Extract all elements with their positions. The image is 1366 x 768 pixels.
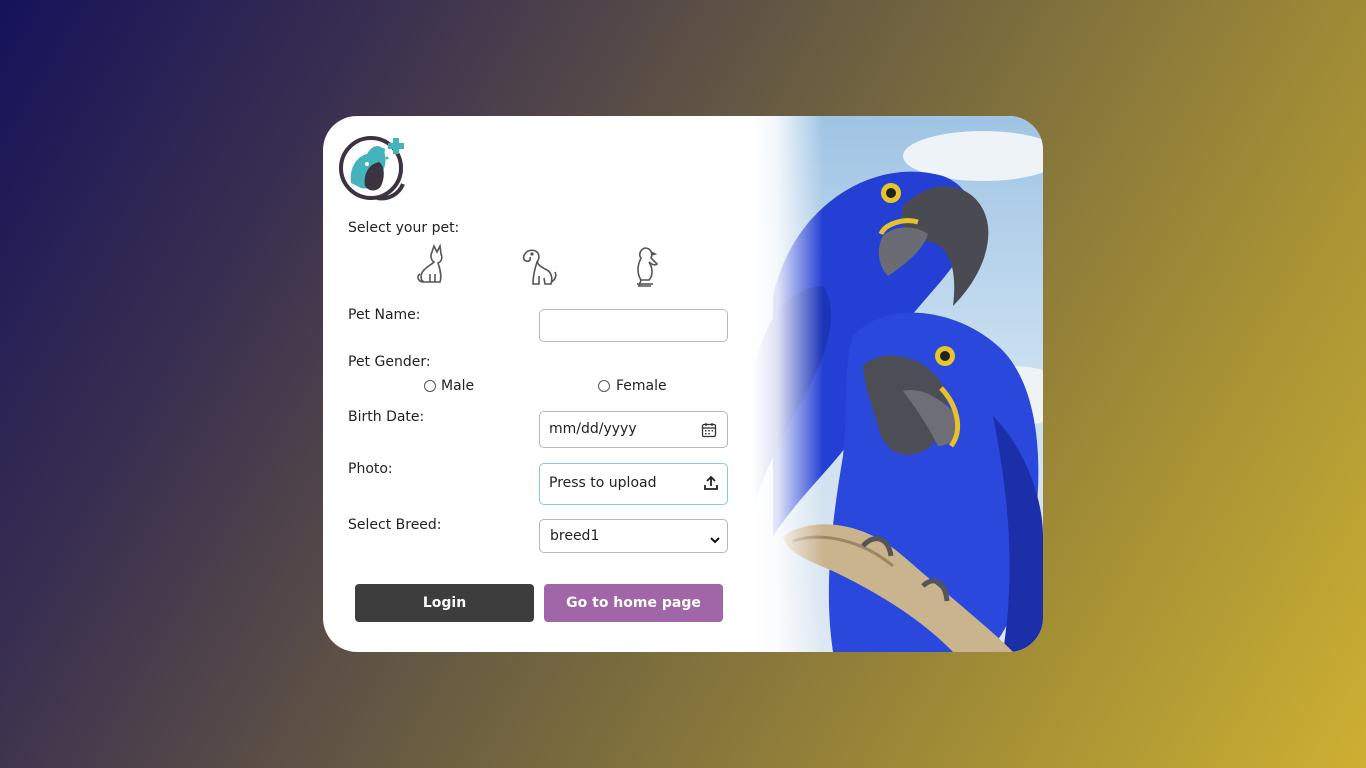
photo-label: Photo: [348,461,393,477]
select-pet-label: Select your pet: [348,220,460,236]
clinic-logo [337,128,409,204]
pet-gender-label: Pet Gender: [348,354,431,370]
pet-name-label: Pet Name: [348,307,421,323]
cat-icon[interactable] [410,243,454,288]
calendar-icon[interactable] [701,422,717,442]
gender-male-radio[interactable] [424,380,436,392]
login-button[interactable]: Login [355,584,534,622]
breed-select[interactable]: breed1 [539,519,728,553]
registration-card: Select your pet: Pet Name: Pet Gender: M… [323,116,1043,652]
macaw-photo [753,116,1043,652]
birth-date-label: Birth Date: [348,409,425,425]
photo-upload-text: Press to upload [549,475,657,491]
gender-male-label: Male [441,378,475,394]
gender-female-radio[interactable] [598,380,610,392]
photo-fade [753,116,823,652]
home-page-button[interactable]: Go to home page [544,584,723,622]
upload-icon[interactable] [703,475,719,495]
breed-label: Select Breed: [348,517,442,533]
birth-date-input[interactable]: mm/dd/yyyy [539,411,728,448]
gender-female-label: Female [616,378,667,394]
bird-icon[interactable] [623,244,667,288]
chevron-down-icon[interactable] [709,531,721,550]
breed-selected-value: breed1 [550,528,600,544]
pet-name-input[interactable] [539,309,728,342]
birth-date-placeholder: mm/dd/yyyy [549,421,637,437]
dog-icon[interactable] [517,246,561,290]
photo-upload-field[interactable]: Press to upload [539,463,728,505]
